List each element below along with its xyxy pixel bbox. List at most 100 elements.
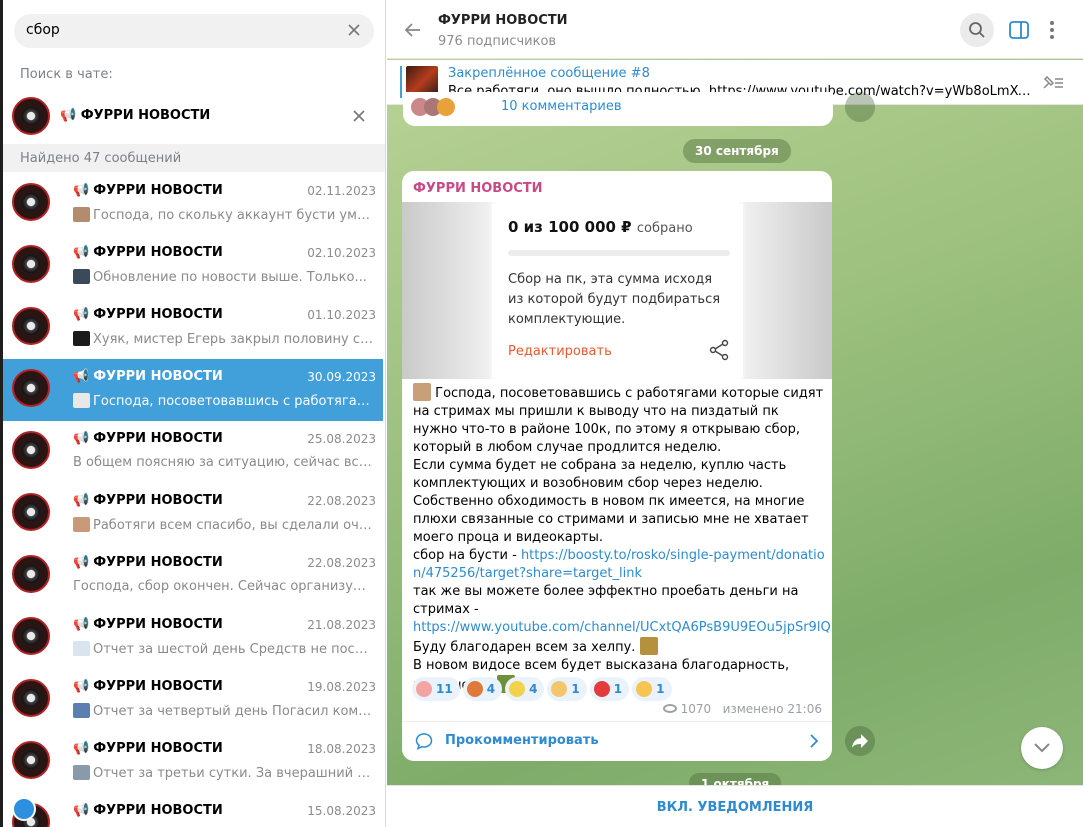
search-result[interactable]: 📢 ФУРРИ НОВОСТИ 22.08.2023 Господа, сбор ок… xyxy=(3,545,383,607)
donation-card[interactable]: 0 из 100 000 ₽ собрано Сбор на пк, эта с… xyxy=(492,204,743,378)
view-count: 1070 xyxy=(680,702,712,716)
search-result[interactable]: 📢 ФУРРИ НОВОСТИ 02.11.2023 Господа, по скол… xyxy=(3,173,383,235)
channel-avatar xyxy=(12,555,50,593)
chat-filter-name: 📢 ФУРРИ НОВОСТИ xyxy=(60,108,211,123)
result-snippet: В общем поясняю за ситуацию, сейчас все … xyxy=(73,455,375,470)
result-title: 📢 ФУРРИ НОВОСТИ xyxy=(73,679,223,694)
media-thumbnail-icon xyxy=(73,517,90,532)
megaphone-icon: 📢 xyxy=(73,679,90,694)
result-title: 📢 ФУРРИ НОВОСТИ xyxy=(73,245,223,260)
pin-list-icon[interactable] xyxy=(1041,73,1065,91)
result-title: 📢 ФУРРИ НОВОСТИ xyxy=(73,307,223,322)
result-date: 15.08.2023 xyxy=(307,804,376,818)
donation-description: Сбор на пк, эта сумма исходя из которой … xyxy=(508,272,721,327)
megaphone-icon: 📢 xyxy=(73,493,90,508)
megaphone-icon: 📢 xyxy=(60,108,77,123)
reaction-clown[interactable]: 11 xyxy=(412,677,460,701)
search-result[interactable]: 📢 ФУРРИ НОВОСТИ 22.08.2023 Работяги всем сп… xyxy=(3,483,383,545)
result-title: 📢 ФУРРИ НОВОСТИ xyxy=(73,803,223,818)
result-title: 📢 ФУРРИ НОВОСТИ xyxy=(73,493,223,508)
search-result[interactable]: 📢 ФУРРИ НОВОСТИ 01.10.2023 Хуяк, мистер Еге… xyxy=(3,297,383,359)
result-snippet: Обновление по новости выше. Только... xyxy=(73,269,375,285)
sidebar-toggle-icon[interactable] xyxy=(1009,21,1029,39)
media-thumbnail-icon xyxy=(73,703,90,718)
pinned-title: Закреплённое сообщение #8 xyxy=(448,66,650,81)
commenter-avatars xyxy=(411,98,455,120)
result-title: 📢 ФУРРИ НОВОСТИ xyxy=(73,183,223,198)
search-result[interactable]: 📢 ФУРРИ НОВОСТИ 02.10.2023 Обновление по но… xyxy=(3,235,383,297)
result-date: 18.08.2023 xyxy=(307,742,376,756)
search-input[interactable]: сбор xyxy=(14,14,374,48)
reaction-grin[interactable]: 1 xyxy=(632,677,672,701)
reaction-thumbs-up[interactable]: 1 xyxy=(547,677,587,701)
media-thumbnail-icon xyxy=(73,641,90,656)
sticker-emoji-icon xyxy=(413,383,431,401)
previous-comments-link[interactable]: 10 комментариев xyxy=(501,99,622,114)
close-filter-icon[interactable] xyxy=(349,106,369,126)
search-result[interactable]: 📢 ФУРРИ НОВОСТИ 25.08.2023 В общем поясняю … xyxy=(3,421,383,483)
post-paragraph-4: сбор на бусти - https://boosty.to/rosko/… xyxy=(413,548,825,581)
channel-avatar xyxy=(12,617,50,655)
channel-avatar xyxy=(12,741,50,779)
donation-amount: 0 из 100 000 ₽ собрано xyxy=(508,218,693,236)
edited-time: изменено 21:06 xyxy=(722,702,822,716)
result-snippet: Работяги всем спасибо, вы сделали очень … xyxy=(73,517,375,533)
result-title: 📢 ФУРРИ НОВОСТИ xyxy=(73,617,223,632)
search-result[interactable]: 📢 ФУРРИ НОВОСТИ 18.08.2023 Отчет за третьи … xyxy=(3,731,383,793)
media-thumbnail-icon xyxy=(73,765,90,780)
reactions-bar: 11 4 4 1 1 1 xyxy=(412,677,675,701)
result-date: 02.11.2023 xyxy=(307,184,376,198)
banana-icon xyxy=(509,681,526,697)
hotdog-icon xyxy=(466,681,483,697)
channel-avatar xyxy=(12,431,50,469)
result-date: 22.08.2023 xyxy=(307,556,376,570)
media-thumbnail-icon xyxy=(73,207,90,222)
chevron-right-icon xyxy=(810,734,819,748)
grin-icon xyxy=(636,681,653,697)
search-query[interactable]: сбор xyxy=(26,22,60,38)
result-snippet: Отчет за четвертый день Погасил комиссию… xyxy=(73,703,375,719)
post-paragraph-5: так же вы можете более эффектно проебать… xyxy=(413,584,831,635)
megaphone-icon: 📢 xyxy=(73,245,90,260)
channel-avatar xyxy=(12,245,50,283)
donation-progress-bar xyxy=(508,250,730,256)
bottom-bar: ВКЛ. УВЕДОМЛЕНИЯ xyxy=(387,785,1083,827)
search-in-chat-label: Поиск в чате: xyxy=(20,67,113,82)
more-options-icon[interactable] xyxy=(1049,20,1055,40)
channel-post: ФУРРИ НОВОСТИ 0 из 100 000 ₽ собрано Сбо… xyxy=(402,171,832,761)
reaction-banana[interactable]: 4 xyxy=(505,677,545,701)
previous-share-button[interactable] xyxy=(845,92,875,122)
found-count-bar: Найдено 47 сообщений xyxy=(3,144,385,172)
post-paragraph-2: Если сумма будет не собрана за неделю, к… xyxy=(413,458,787,491)
megaphone-icon: 📢 xyxy=(73,555,90,570)
post-paragraph-3: Собственно обходимость в новом пк имеетс… xyxy=(413,494,809,545)
reaction-heart[interactable]: 1 xyxy=(589,677,630,701)
result-title: 📢 ФУРРИ НОВОСТИ xyxy=(73,741,223,756)
sticker-emoji-icon xyxy=(639,637,658,655)
comment-button[interactable]: Прокомментировать xyxy=(402,722,832,761)
heart-icon xyxy=(593,681,610,697)
megaphone-icon: 📢 xyxy=(73,431,90,446)
channel-title[interactable]: ФУРРИ НОВОСТИ xyxy=(438,13,568,28)
enable-notifications-button[interactable]: ВКЛ. УВЕДОМЛЕНИЯ xyxy=(387,800,1083,815)
result-date: 01.10.2023 xyxy=(307,308,376,322)
thumbs-up-icon xyxy=(551,681,568,697)
forward-button[interactable] xyxy=(845,726,875,756)
search-result[interactable]: 📢 ФУРРИ НОВОСТИ 21.08.2023 Отчет за шестой … xyxy=(3,607,383,669)
youtube-channel-link[interactable]: https://www.youtube.com/channel/UCxtQA6P… xyxy=(413,620,831,635)
share-icon[interactable] xyxy=(708,339,730,361)
scroll-down-button[interactable] xyxy=(1021,727,1063,769)
comment-label: Прокомментировать xyxy=(445,733,599,748)
edit-donation-button[interactable]: Редактировать xyxy=(508,344,612,359)
clear-search-icon[interactable] xyxy=(344,20,364,40)
search-result[interactable]: 📢 ФУРРИ НОВОСТИ 19.08.2023 Отчет за четверт… xyxy=(3,669,383,731)
back-arrow-icon[interactable] xyxy=(403,20,423,40)
reaction-hotdog[interactable]: 4 xyxy=(462,677,503,701)
post-author[interactable]: ФУРРИ НОВОСТИ xyxy=(413,181,543,196)
search-result[interactable]: 📢 ФУРРИ НОВОСТИ 30.09.2023 Господа, посовет… xyxy=(3,359,383,421)
search-button[interactable] xyxy=(960,13,994,47)
channel-avatar xyxy=(12,183,50,221)
search-result[interactable]: 📢 ФУРРИ НОВОСТИ 15.08.2023 xyxy=(3,793,383,827)
channel-avatar xyxy=(12,369,50,407)
chat-filter[interactable]: 📢 ФУРРИ НОВОСТИ xyxy=(3,90,385,142)
